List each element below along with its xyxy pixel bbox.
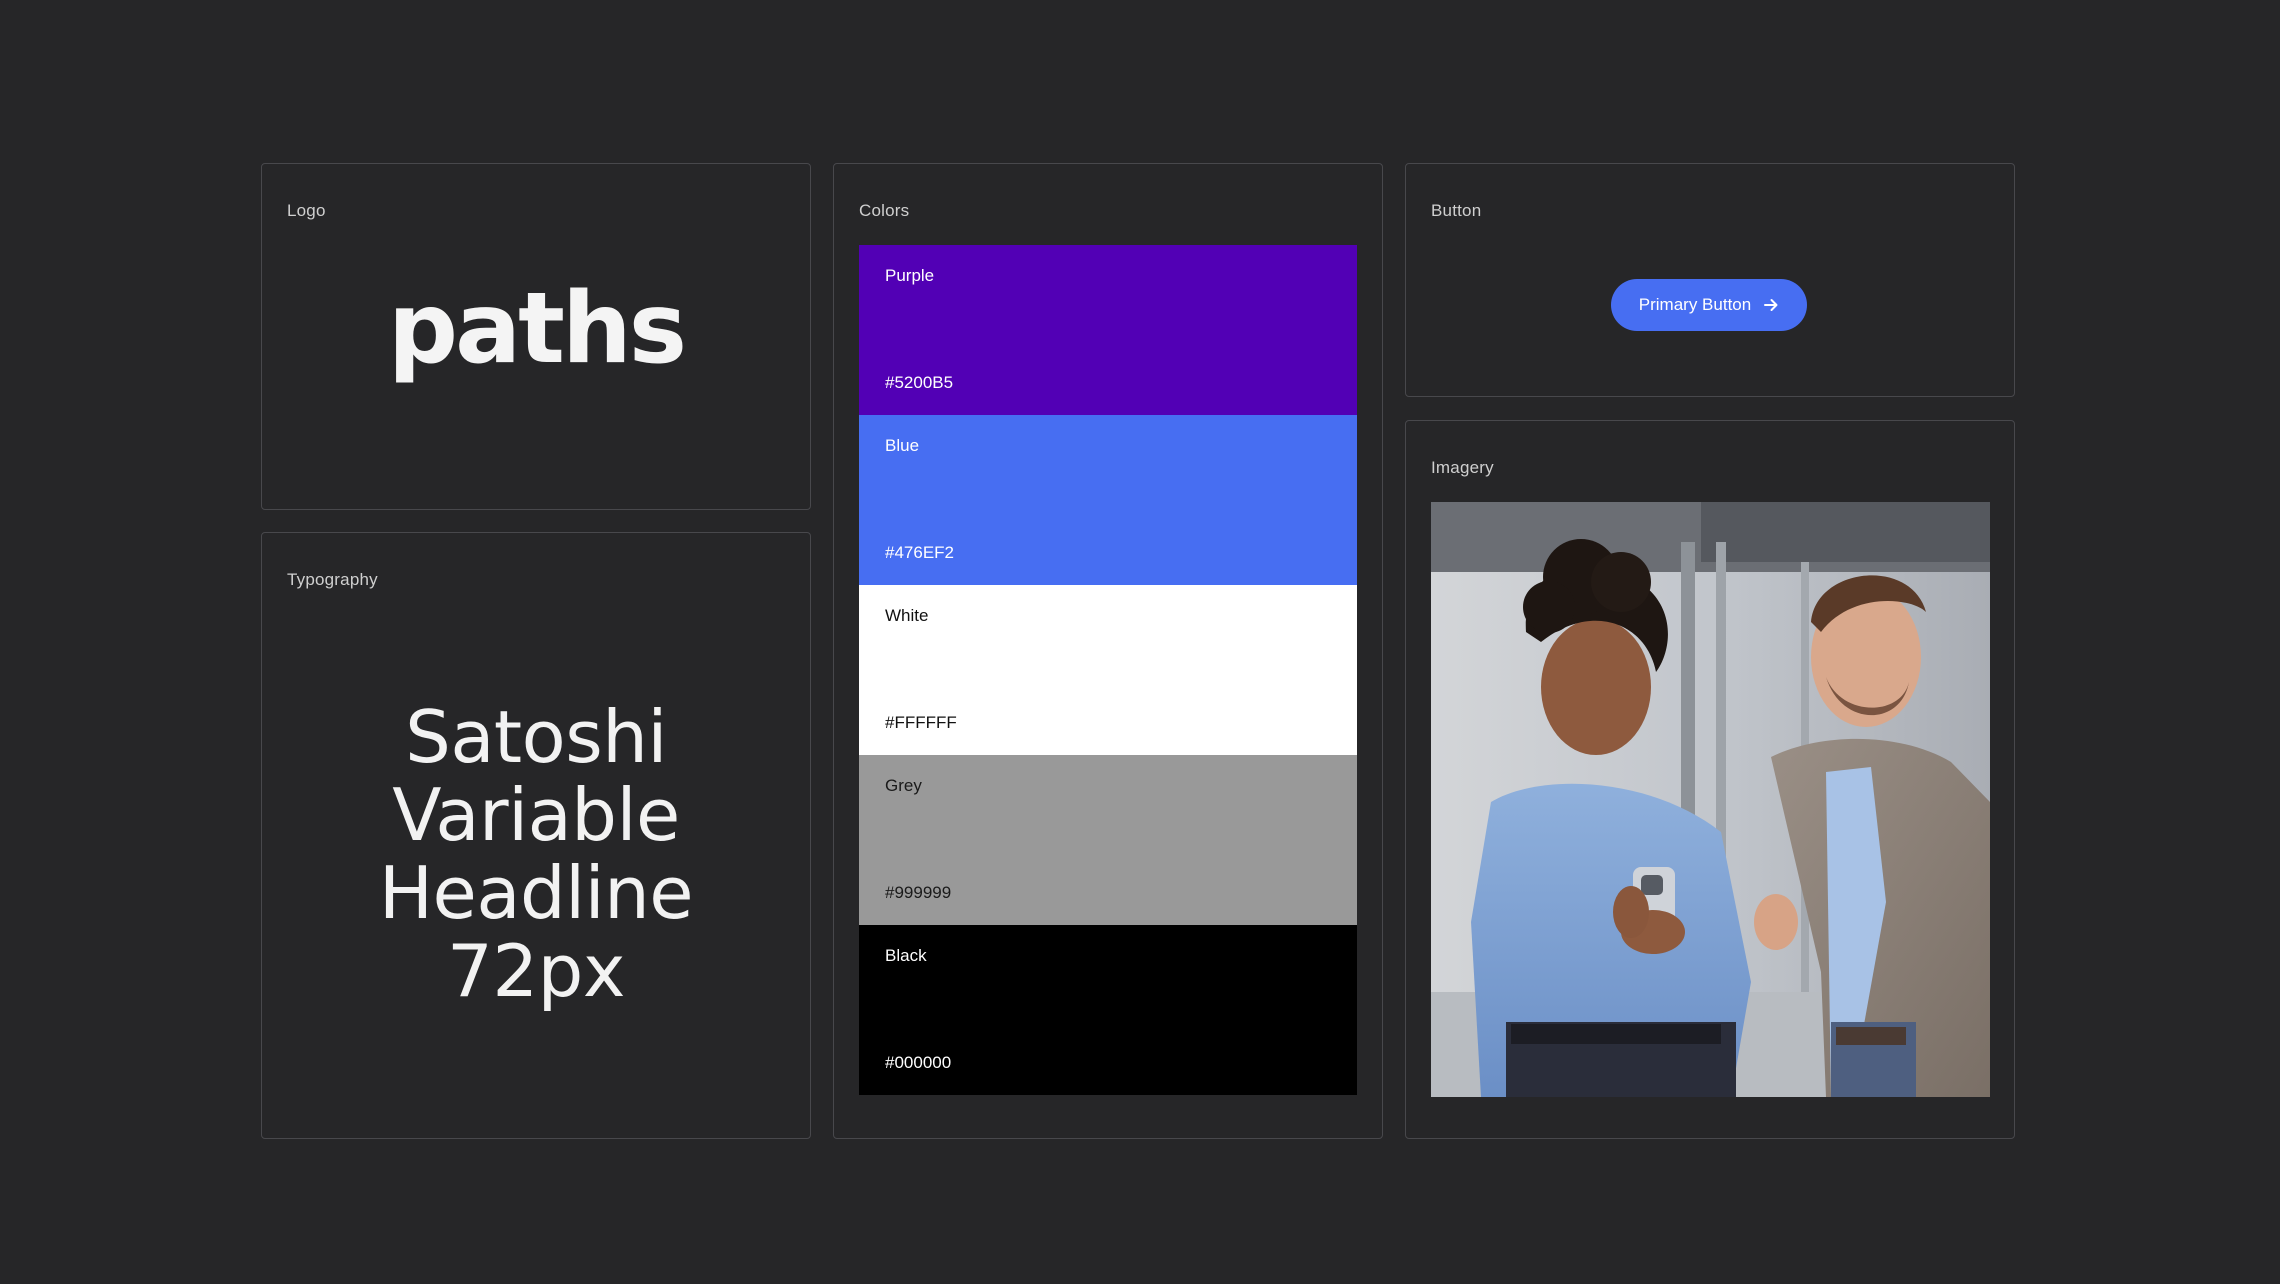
- typography-line: Headline: [378, 851, 694, 935]
- logo-card: Logo paths: [261, 163, 811, 510]
- imagery-card-label: Imagery: [1431, 458, 1494, 477]
- primary-button[interactable]: Primary Button: [1611, 279, 1807, 331]
- swatch-grey: Grey #999999: [859, 755, 1357, 925]
- swatch-name: Purple: [885, 266, 935, 285]
- imagery-card: Imagery: [1405, 420, 2015, 1139]
- swatch-purple: Purple #5200B5: [859, 245, 1357, 415]
- swatch-name: Grey: [885, 776, 922, 795]
- colors-card-label: Colors: [859, 201, 910, 220]
- logo-wordmark: paths: [388, 284, 684, 386]
- swatch-hex: #999999: [885, 883, 952, 902]
- swatch-black: Black #000000: [859, 925, 1357, 1095]
- swatch-hex: #000000: [885, 1053, 952, 1072]
- swatch-hex: #5200B5: [885, 373, 954, 392]
- colors-card: Colors Purple #5200B5 Blue #476EF2 White…: [833, 163, 1383, 1139]
- button-card-label: Button: [1431, 201, 1482, 220]
- typography-sample: Satoshi Variable Headline 72px: [262, 698, 810, 1010]
- typography-line: Variable: [392, 773, 680, 857]
- button-card: Button Primary Button: [1405, 163, 2015, 397]
- color-swatches: Purple #5200B5 Blue #476EF2 White #FFFFF…: [859, 245, 1357, 1095]
- logo: paths: [262, 284, 810, 399]
- imagery-photo: [1431, 502, 1990, 1097]
- typography-card-label: Typography: [287, 570, 378, 589]
- swatch-white: White #FFFFFF: [859, 585, 1357, 755]
- people-photo-icon: [1431, 502, 1990, 1097]
- swatch-hex: #476EF2: [885, 543, 954, 562]
- swatch-name: Black: [885, 946, 927, 965]
- typography-line: Satoshi: [405, 695, 667, 779]
- primary-button-label: Primary Button: [1638, 295, 1752, 314]
- logo-card-label: Logo: [287, 201, 326, 220]
- swatch-blue: Blue #476EF2: [859, 415, 1357, 585]
- typography-line: 72px: [447, 929, 625, 1013]
- swatch-name: Blue: [885, 436, 920, 455]
- swatch-name: White: [885, 606, 929, 625]
- swatch-hex: #FFFFFF: [885, 713, 957, 732]
- typography-card: Typography Satoshi Variable Headline 72p…: [261, 532, 811, 1139]
- arrow-right-icon: [1764, 299, 1778, 311]
- paths-logo-icon: paths: [388, 284, 686, 386]
